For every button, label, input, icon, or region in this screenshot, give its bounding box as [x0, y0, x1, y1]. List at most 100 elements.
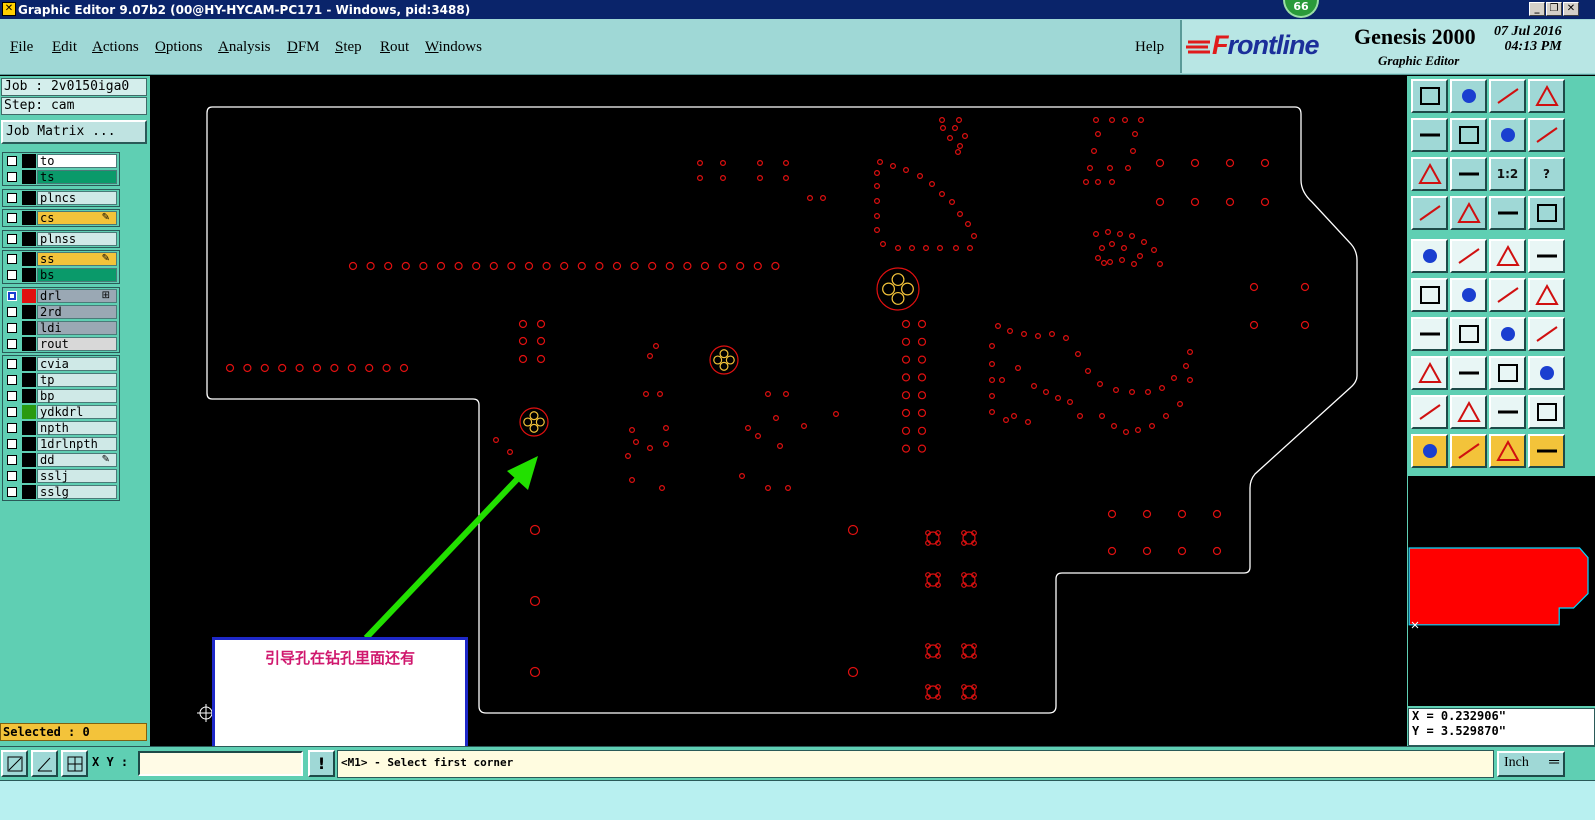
mirror-icon[interactable]: [1528, 317, 1565, 351]
grid-icon[interactable]: [1450, 196, 1487, 230]
layer-row-rout[interactable]: rout: [3, 336, 119, 352]
layer-name[interactable]: 2rd: [37, 305, 117, 319]
layer-name[interactable]: sslg: [37, 485, 117, 499]
surface-icon[interactable]: [1489, 395, 1526, 429]
layer-checkbox[interactable]: [7, 323, 17, 333]
layer-select-icon[interactable]: [1528, 196, 1565, 230]
layer-color-swatch[interactable]: [22, 357, 36, 371]
layer-checkbox[interactable]: [7, 234, 17, 244]
layer-row-ydkdrl[interactable]: ydkdrl: [3, 404, 119, 420]
line-icon[interactable]: [1450, 239, 1487, 273]
layer-row-1drlnpth[interactable]: 1drlnpth: [3, 436, 119, 452]
layer-row-cs[interactable]: cs ✎: [3, 210, 119, 226]
close-button[interactable]: ✕: [1563, 2, 1579, 16]
menu-file[interactable]: File: [10, 39, 33, 56]
slash-icon[interactable]: [1450, 317, 1487, 351]
layer-color-swatch[interactable]: [22, 211, 36, 225]
layer-row-drl[interactable]: drl ⊞: [3, 288, 119, 304]
layer-checkbox[interactable]: [7, 423, 17, 433]
menu-step[interactable]: Step: [335, 39, 362, 56]
layer-color-swatch[interactable]: [22, 389, 36, 403]
select-arrow-icon[interactable]: [1411, 434, 1448, 468]
one-to-one-icon[interactable]: 1:2: [1489, 157, 1526, 191]
layer-name[interactable]: cvia: [37, 357, 117, 371]
layer-row-ldi[interactable]: ldi: [3, 320, 119, 336]
layer-name[interactable]: plnss: [37, 232, 117, 246]
layer-color-swatch[interactable]: [22, 305, 36, 319]
layer-checkbox[interactable]: [7, 254, 17, 264]
layer-name[interactable]: bp: [37, 389, 117, 403]
help-icon[interactable]: ?: [1528, 157, 1565, 191]
layer-name[interactable]: 1drlnpth: [37, 437, 117, 451]
connect-icon[interactable]: [1411, 278, 1448, 312]
layer-checkbox[interactable]: [7, 375, 17, 385]
undo-view-icon[interactable]: [1489, 118, 1526, 152]
snap-icon[interactable]: [1411, 356, 1448, 390]
layer-name[interactable]: dd ✎: [37, 453, 117, 467]
minimize-button[interactable]: _: [1529, 2, 1545, 16]
layer-checkbox[interactable]: [7, 487, 17, 497]
rotate-icon[interactable]: [1489, 317, 1526, 351]
maximize-button[interactable]: ❐: [1546, 2, 1562, 16]
layer-row-ts[interactable]: ts: [3, 169, 119, 185]
grid-snap-icon[interactable]: [61, 750, 88, 777]
menu-rout[interactable]: Rout: [380, 39, 409, 56]
unit-selector[interactable]: Inch ═: [1497, 751, 1565, 777]
layer-name[interactable]: npth: [37, 421, 117, 435]
layer-name[interactable]: to: [37, 154, 117, 168]
dot-icon[interactable]: [1528, 239, 1565, 273]
zoom-home-icon[interactable]: [1411, 79, 1448, 113]
fit-vertical-icon[interactable]: [1411, 157, 1448, 191]
layer-name[interactable]: drl ⊞: [37, 289, 117, 303]
layer-color-swatch[interactable]: [22, 252, 36, 266]
layer-color-swatch[interactable]: [22, 321, 36, 335]
measure-h-icon[interactable]: [1489, 356, 1526, 390]
layer-checkbox[interactable]: [7, 172, 17, 182]
layer-color-swatch[interactable]: [22, 191, 36, 205]
measure-icon[interactable]: [1, 750, 28, 777]
layer-row-tp[interactable]: tp: [3, 372, 119, 388]
layer-name[interactable]: ldi: [37, 321, 117, 335]
layer-color-swatch[interactable]: [22, 232, 36, 246]
pan-left-icon[interactable]: [1411, 118, 1448, 152]
layer-row-bs[interactable]: bs: [3, 267, 119, 283]
menu-actions[interactable]: Actions: [92, 39, 139, 56]
layer-name[interactable]: tp: [37, 373, 117, 387]
layer-checkbox[interactable]: [7, 213, 17, 223]
copy-icon[interactable]: [1528, 278, 1565, 312]
layer-color-swatch[interactable]: [22, 469, 36, 483]
select-box-icon[interactable]: [1450, 434, 1487, 468]
menu-options[interactable]: Options: [155, 39, 203, 56]
layer-color-swatch[interactable]: [22, 453, 36, 467]
minus-icon[interactable]: [1450, 356, 1487, 390]
menu-edit[interactable]: Edit: [52, 39, 77, 56]
layer-checkbox[interactable]: [7, 307, 17, 317]
polygon-icon[interactable]: [1411, 395, 1448, 429]
layer-checkbox[interactable]: [7, 439, 17, 449]
palette-icon[interactable]: [1411, 196, 1448, 230]
layer-checkbox[interactable]: [7, 291, 17, 301]
layer-checkbox[interactable]: [7, 193, 17, 203]
snap-angle-icon[interactable]: [31, 750, 58, 777]
outline-icon[interactable]: [1528, 395, 1565, 429]
window-icon[interactable]: [1528, 79, 1565, 113]
zoom-in-box-icon[interactable]: [1450, 79, 1487, 113]
layer-row-ss[interactable]: ss ✎: [3, 251, 119, 267]
layer-name[interactable]: sslj: [37, 469, 117, 483]
exclamation-icon[interactable]: !: [308, 750, 335, 777]
menu-analysis[interactable]: Analysis: [218, 39, 271, 56]
layer-name[interactable]: bs: [37, 268, 117, 282]
layer-row-cvia[interactable]: cvia: [3, 356, 119, 372]
layer-name[interactable]: plncs: [37, 191, 117, 205]
menu-help[interactable]: Help: [1135, 39, 1164, 56]
layer-row-npth[interactable]: npth: [3, 420, 119, 436]
arc-icon[interactable]: [1411, 317, 1448, 351]
select-cursor-icon[interactable]: [1489, 434, 1526, 468]
menu-windows[interactable]: Windows: [425, 39, 482, 56]
layer-color-swatch[interactable]: [22, 154, 36, 168]
layer-row-bp[interactable]: bp: [3, 388, 119, 404]
route-icon[interactable]: [1528, 434, 1565, 468]
layer-checkbox[interactable]: [7, 391, 17, 401]
ruler-icon[interactable]: [1489, 239, 1526, 273]
layer-checkbox[interactable]: [7, 359, 17, 369]
